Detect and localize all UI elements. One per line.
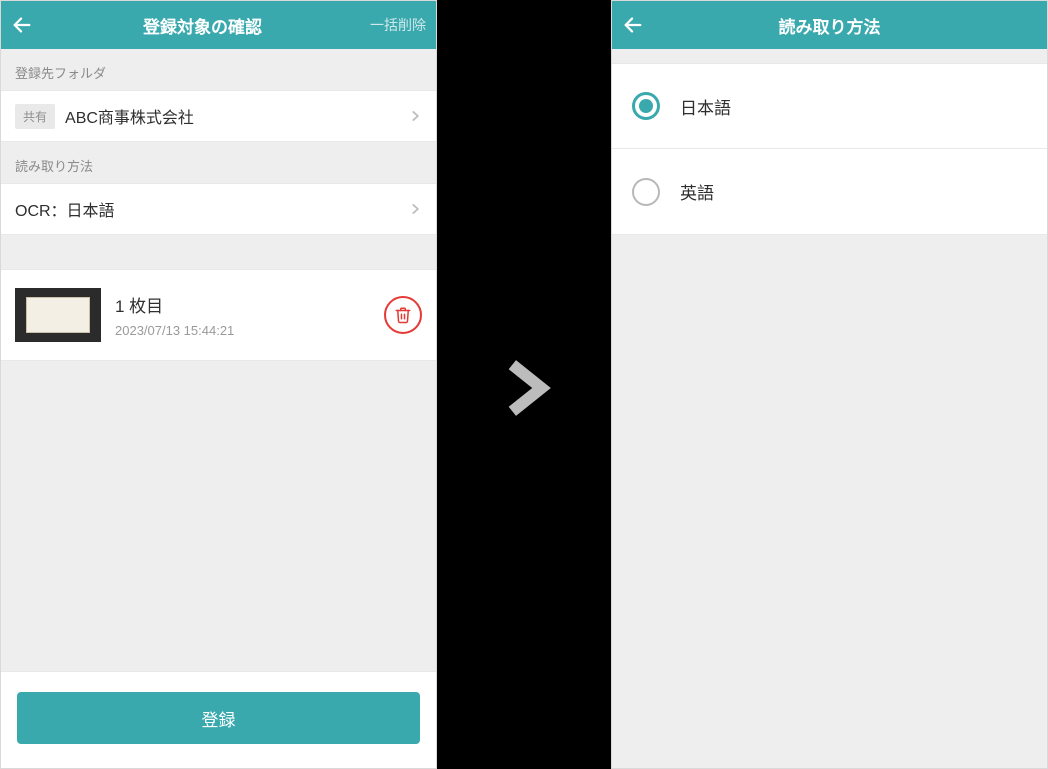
scan-thumbnail[interactable] — [15, 288, 101, 342]
language-option-label: 日本語 — [680, 94, 731, 119]
screen-reading-method: 読み取り方法 日本語 英語 — [611, 0, 1048, 769]
method-value: OCR：日本語 — [15, 197, 115, 221]
language-option-english[interactable]: 英語 — [612, 149, 1047, 235]
arrow-left-icon — [622, 14, 644, 36]
language-option-label: 英語 — [680, 179, 714, 204]
back-button[interactable] — [11, 14, 39, 36]
method-row[interactable]: OCR：日本語 — [1, 183, 436, 235]
arrow-left-icon — [11, 14, 33, 36]
screen-confirm-registration: 登録対象の確認 一括削除 登録先フォルダ 共有 ABC商事株式会社 読み取り方法… — [0, 0, 437, 769]
method-section-label: 読み取り方法 — [1, 142, 436, 183]
screen-title: 読み取り方法 — [650, 13, 1009, 38]
footer: 登録 — [1, 671, 436, 768]
scan-item: 1 枚目 2023/07/13 15:44:21 — [1, 269, 436, 361]
back-button[interactable] — [622, 14, 650, 36]
language-option-japanese[interactable]: 日本語 — [612, 63, 1047, 149]
folder-name: ABC商事株式会社 — [65, 104, 194, 128]
scan-item-title: 1 枚目 — [115, 292, 370, 317]
appbar: 登録対象の確認 一括削除 — [1, 1, 436, 49]
folder-section-label: 登録先フォルダ — [1, 49, 436, 90]
register-button[interactable]: 登録 — [17, 692, 420, 744]
radio-selected-icon — [632, 92, 660, 120]
folder-row[interactable]: 共有 ABC商事株式会社 — [1, 90, 436, 142]
radio-unselected-icon — [632, 178, 660, 206]
scan-item-timestamp: 2023/07/13 15:44:21 — [115, 323, 370, 338]
trash-icon — [394, 306, 412, 324]
folder-shared-tag: 共有 — [15, 104, 55, 129]
appbar: 読み取り方法 — [612, 1, 1047, 49]
transition-arrow-icon — [484, 348, 564, 428]
chevron-right-icon — [408, 106, 422, 126]
delete-item-button[interactable] — [384, 296, 422, 334]
screen-title: 登録対象の確認 — [39, 13, 366, 38]
bulk-delete-action[interactable]: 一括削除 — [366, 15, 426, 35]
language-option-list: 日本語 英語 — [612, 49, 1047, 235]
chevron-right-icon — [408, 199, 422, 219]
